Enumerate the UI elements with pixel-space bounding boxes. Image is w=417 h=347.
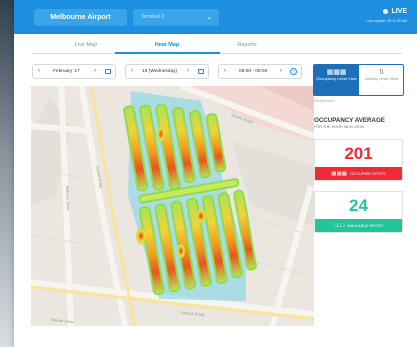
occupied-count: 201 (344, 144, 373, 163)
prev-time-icon[interactable]: ‹ (224, 68, 226, 74)
live-indicator: LIVE (383, 8, 407, 15)
calendar-icon[interactable] (105, 69, 111, 74)
occupied-bar: ▦▦▦ OCCUPIED SPOTS (315, 167, 402, 180)
help-icon[interactable]: ? (290, 68, 297, 75)
active-tab-indicator (115, 52, 220, 54)
terminal-dropdown[interactable]: Terminal 2 ⌄ (133, 9, 219, 26)
month-selector: ‹ February '17 › (32, 64, 116, 79)
tab-reports[interactable]: Reports (207, 42, 287, 48)
live-label: LIVE (391, 8, 407, 15)
car-icon: □□□ (334, 223, 345, 229)
map-canvas: Centre Road Mercer Drive Grants Road Mel… (31, 86, 314, 326)
tab-heat-map[interactable]: Heat Map (127, 42, 207, 48)
month-value: February '17 (53, 69, 80, 74)
whats-this-link[interactable]: What's this? (314, 99, 335, 103)
activity-view-button[interactable]: ⇅ Activity Level View (359, 65, 403, 95)
view-toggle: ▦▦▦ Occupancy Level View ⇅ Activity Leve… (313, 64, 404, 96)
car-icon: ▦▦▦ (331, 171, 347, 177)
occupied-label: OCCUPIED SPOTS (349, 171, 386, 176)
swap-arrows-icon: ⇅ (378, 69, 385, 76)
live-dot-icon (383, 8, 389, 14)
available-bar: □□□ AVAILABLE SPOTS (315, 219, 402, 232)
day-selector: ‹ 19 (Wednesday) › (125, 64, 209, 79)
prev-month-icon[interactable]: ‹ (38, 68, 40, 74)
activity-view-label: Activity Level View (364, 76, 399, 81)
occupancy-title: OCCUPANCY AVERAGE (314, 117, 385, 124)
day-value: 19 (Wednesday) (142, 69, 178, 74)
available-label: AVAILABLE SPOTS (347, 223, 383, 228)
prev-day-icon[interactable]: ‹ (131, 68, 133, 74)
occupied-card: 201 ▦▦▦ OCCUPIED SPOTS (314, 139, 403, 181)
available-count: 24 (349, 196, 368, 215)
car-icon: ▦▦▦ (326, 69, 347, 76)
next-day-icon[interactable]: › (187, 68, 189, 74)
occupancy-view-label: Occupancy Level View (316, 76, 357, 81)
heat-map[interactable]: Centre Road Mercer Drive Grants Road Mel… (31, 86, 314, 326)
tab-live-map[interactable]: Live Map (46, 42, 126, 48)
occupancy-subtitle: FOR THE HOUR 08:00-09:00 (314, 125, 365, 129)
top-bar: Melbourne Airport Terminal 2 ⌄ LIVE Last… (14, 0, 417, 34)
available-card: 24 □□□ AVAILABLE SPOTS (314, 191, 403, 233)
tab-bar: Live Map Heat Map Reports (32, 40, 402, 54)
time-selector: ‹ 08:00 - 09:00 › ? (218, 64, 302, 79)
occupancy-view-button[interactable]: ▦▦▦ Occupancy Level View (314, 65, 359, 95)
next-month-icon[interactable]: › (94, 68, 96, 74)
time-value: 08:00 - 09:00 (239, 69, 268, 74)
street-label: Melrose Drive (65, 186, 71, 212)
chevron-down-icon: ⌄ (206, 14, 212, 21)
calendar-icon[interactable] (198, 69, 204, 74)
airport-selector[interactable]: Melbourne Airport (34, 9, 127, 26)
next-time-icon[interactable]: › (280, 68, 282, 74)
last-update-text: Last update: 05:11:06 AM (366, 19, 407, 23)
desktop-background (0, 0, 14, 347)
app-window: Melbourne Airport Terminal 2 ⌄ LIVE Last… (14, 0, 417, 347)
terminal-value: Terminal 2 (141, 14, 165, 20)
